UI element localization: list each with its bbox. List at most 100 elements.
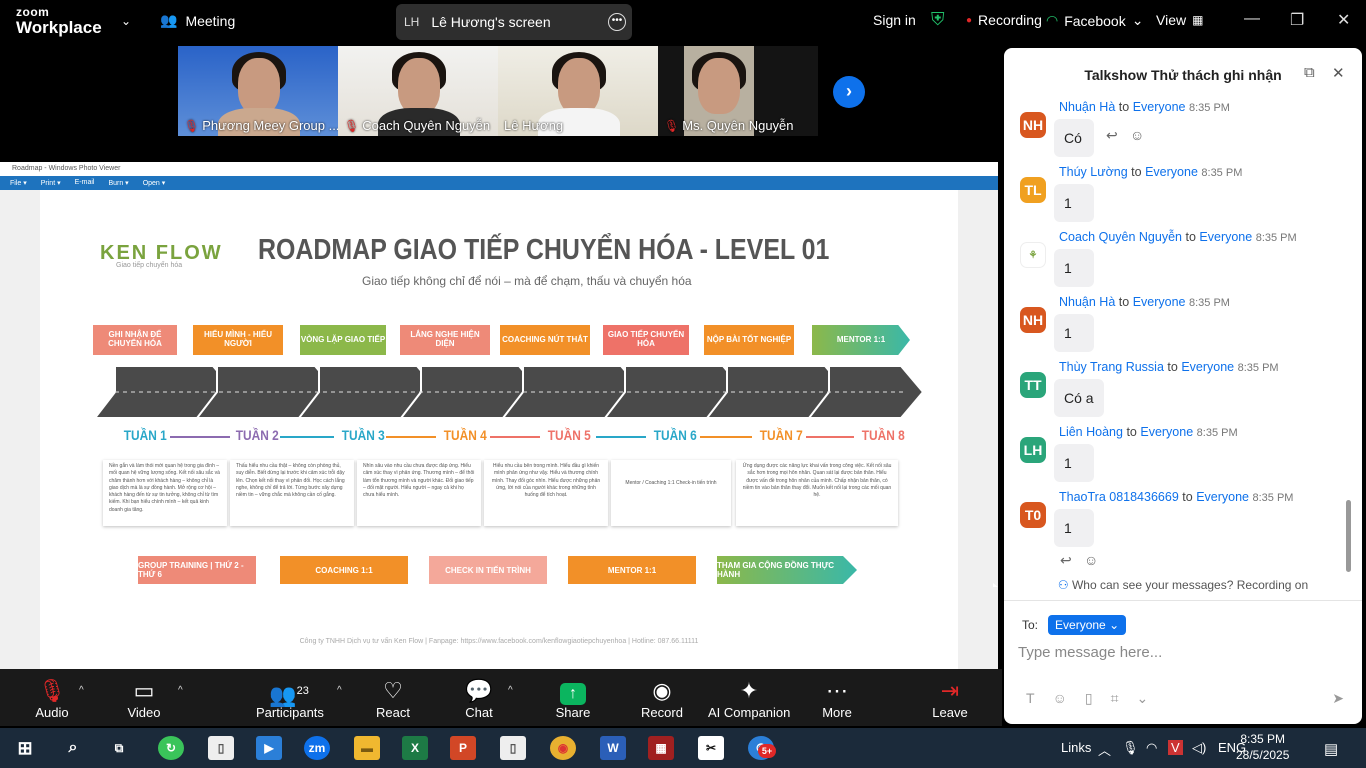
- slide-title: ROADMAP GIAO TIẾP CHUYỂN HÓA - LEVEL 01: [258, 234, 830, 266]
- chat-message-input[interactable]: Type message here...: [1018, 644, 1162, 661]
- sender-name[interactable]: Thùy Trang Russia: [1059, 360, 1164, 374]
- video-thumbnail-strip: 🎙 Phương Meey Group ... 🎙 Coach Quyên Nguy…: [178, 46, 818, 138]
- leave-button[interactable]: ⇥ Leave: [932, 677, 968, 720]
- message-bubble[interactable]: Có: [1054, 119, 1094, 157]
- reply-icon[interactable]: ↩: [1106, 127, 1118, 144]
- more-chevron-icon[interactable]: ⌄: [1136, 690, 1148, 707]
- message-bubble[interactable]: 1: [1054, 509, 1094, 547]
- word-icon[interactable]: W: [600, 736, 626, 760]
- audio-options-caret-icon[interactable]: ^: [79, 685, 84, 696]
- message-bubble[interactable]: 1: [1054, 249, 1094, 287]
- minimize-icon[interactable]: —: [1244, 10, 1260, 28]
- next-page-arrow-icon[interactable]: ›: [833, 76, 865, 108]
- chat-scrollbar[interactable]: [1346, 500, 1351, 572]
- video-button[interactable]: ▭ Video: [126, 677, 162, 720]
- media-player-icon[interactable]: ▶: [256, 736, 282, 760]
- roadmap-arrows: [95, 366, 925, 418]
- sender-name[interactable]: Thúy Lường: [1059, 165, 1128, 179]
- view-button[interactable]: View ▦: [1156, 12, 1203, 28]
- task-view-icon[interactable]: ⧉: [106, 736, 132, 760]
- add-reaction-icon[interactable]: ☺: [1084, 552, 1098, 568]
- zoom-taskbar-icon[interactable]: zm: [304, 736, 330, 760]
- sender-name[interactable]: Liên Hoàng: [1059, 425, 1123, 439]
- close-chat-icon[interactable]: ✕: [1332, 64, 1345, 82]
- sender-name[interactable]: ThaoTra 0818436669: [1059, 490, 1179, 504]
- heart-icon: ♡: [383, 678, 403, 703]
- menu-burn[interactable]: Burn ▾: [108, 179, 128, 187]
- powerpoint-icon[interactable]: P: [450, 736, 476, 760]
- to-word: to: [1126, 425, 1137, 439]
- meeting-info-button[interactable]: 👥 Meeting: [160, 12, 235, 29]
- microphone-tray-icon[interactable]: 🎙: [1122, 740, 1139, 756]
- chat-button[interactable]: 💬 Chat: [462, 677, 496, 720]
- message-bubble[interactable]: 1: [1054, 184, 1094, 222]
- search-icon[interactable]: ⌕: [60, 736, 86, 760]
- sign-in-button[interactable]: Sign in: [873, 12, 916, 28]
- more-options-icon[interactable]: •••: [608, 13, 626, 31]
- video-options-caret-icon[interactable]: ^: [178, 685, 183, 696]
- chrome-icon[interactable]: ◉: [550, 736, 576, 760]
- participant-video-1[interactable]: 🎙 Phương Meey Group ...: [178, 46, 338, 136]
- stage-3: VÒNG LẶP GIAO TIẾP: [300, 325, 386, 355]
- document-icon[interactable]: ▯: [500, 736, 526, 760]
- more-button[interactable]: ⋯ More: [820, 677, 854, 720]
- app-green-icon[interactable]: ↻: [158, 736, 184, 760]
- sender-name[interactable]: Nhuận Hà: [1059, 100, 1115, 114]
- text-format-icon[interactable]: T: [1026, 690, 1035, 707]
- excel-icon[interactable]: X: [402, 736, 428, 760]
- system-clock[interactable]: 8:35 PM 28/5/2025: [1236, 731, 1289, 763]
- participants-button[interactable]: 👥23 Participants: [256, 677, 324, 720]
- message-bubble[interactable]: 1: [1054, 314, 1094, 352]
- participant-video-2[interactable]: 🎙 Coach Quyên Nguyễn: [338, 46, 498, 136]
- pop-out-icon[interactable]: ⧉: [1304, 64, 1315, 81]
- wifi-icon[interactable]: ◠: [1146, 740, 1157, 756]
- winrar-icon[interactable]: ▦: [648, 736, 674, 760]
- facebook-live-button[interactable]: ◠ Facebook ⌄: [1046, 12, 1143, 29]
- menu-file[interactable]: File ▾: [10, 179, 27, 187]
- file-icon[interactable]: ▯: [208, 736, 234, 760]
- windows-start-icon[interactable]: ⊞: [12, 736, 38, 760]
- program-pill-4: MENTOR 1:1: [568, 556, 696, 584]
- participants-options-caret-icon[interactable]: ^: [337, 685, 342, 696]
- send-icon[interactable]: ➤: [1332, 690, 1344, 707]
- links-toolbar[interactable]: Links: [1061, 740, 1091, 755]
- recording-indicator[interactable]: ● Recording: [966, 12, 1042, 28]
- file-icon[interactable]: ▯: [1085, 690, 1093, 707]
- emoji-icon[interactable]: ☺: [1053, 690, 1067, 707]
- screenshot-icon[interactable]: ⌗: [1111, 690, 1119, 707]
- record-label: Record: [641, 705, 683, 720]
- participant-video-3-active-speaker[interactable]: Lê Hương: [498, 46, 658, 136]
- chevron-down-icon[interactable]: ⌄: [121, 14, 131, 28]
- share-button[interactable]: ↑ Share: [554, 677, 592, 720]
- file-explorer-icon[interactable]: ▬: [354, 736, 380, 760]
- menu-print[interactable]: Print ▾: [41, 179, 61, 187]
- week-connector: [700, 436, 752, 438]
- capcut-icon[interactable]: ✂: [698, 736, 724, 760]
- ai-companion-button[interactable]: ✦ AI Companion: [708, 677, 790, 720]
- screen-share-pill[interactable]: LH Lê Hương's screen •••: [396, 4, 632, 40]
- menu-open[interactable]: Open ▾: [143, 179, 166, 187]
- sender-name[interactable]: Coach Quyên Nguyễn: [1059, 230, 1182, 244]
- vivaldi-tray-icon[interactable]: V: [1168, 740, 1183, 755]
- week-connector: [596, 436, 646, 438]
- recipient-dropdown[interactable]: Everyone ⌄: [1048, 615, 1127, 635]
- react-button[interactable]: ♡ React: [375, 677, 411, 720]
- notifications-icon[interactable]: ▤: [1324, 740, 1338, 758]
- shield-check-icon[interactable]: ⛨: [931, 9, 945, 30]
- close-icon[interactable]: ✕: [1337, 10, 1350, 30]
- message-bubble[interactable]: Có a: [1054, 379, 1104, 417]
- restore-icon[interactable]: ❐: [1290, 10, 1304, 30]
- record-button[interactable]: ◉ Record: [640, 677, 684, 720]
- volume-icon[interactable]: ◁): [1192, 740, 1206, 756]
- tray-chevron-icon[interactable]: ︿: [1098, 740, 1111, 759]
- audio-button[interactable]: 🎙 Audio: [34, 677, 70, 720]
- chat-options-caret-icon[interactable]: ^: [508, 685, 513, 696]
- menu-email[interactable]: E-mail: [75, 179, 95, 187]
- sender-name[interactable]: Nhuận Hà: [1059, 295, 1115, 309]
- participant-video-4[interactable]: 🎙 Ms. Quyên Nguyễn: [658, 46, 818, 136]
- more-label: More: [822, 705, 852, 720]
- message-bubble[interactable]: 1: [1054, 444, 1094, 482]
- add-reaction-icon[interactable]: ☺: [1130, 127, 1144, 143]
- reply-icon[interactable]: ↩: [1060, 552, 1072, 569]
- message-visibility-notice[interactable]: ⚇ Who can see your messages? Recording o…: [1004, 578, 1362, 592]
